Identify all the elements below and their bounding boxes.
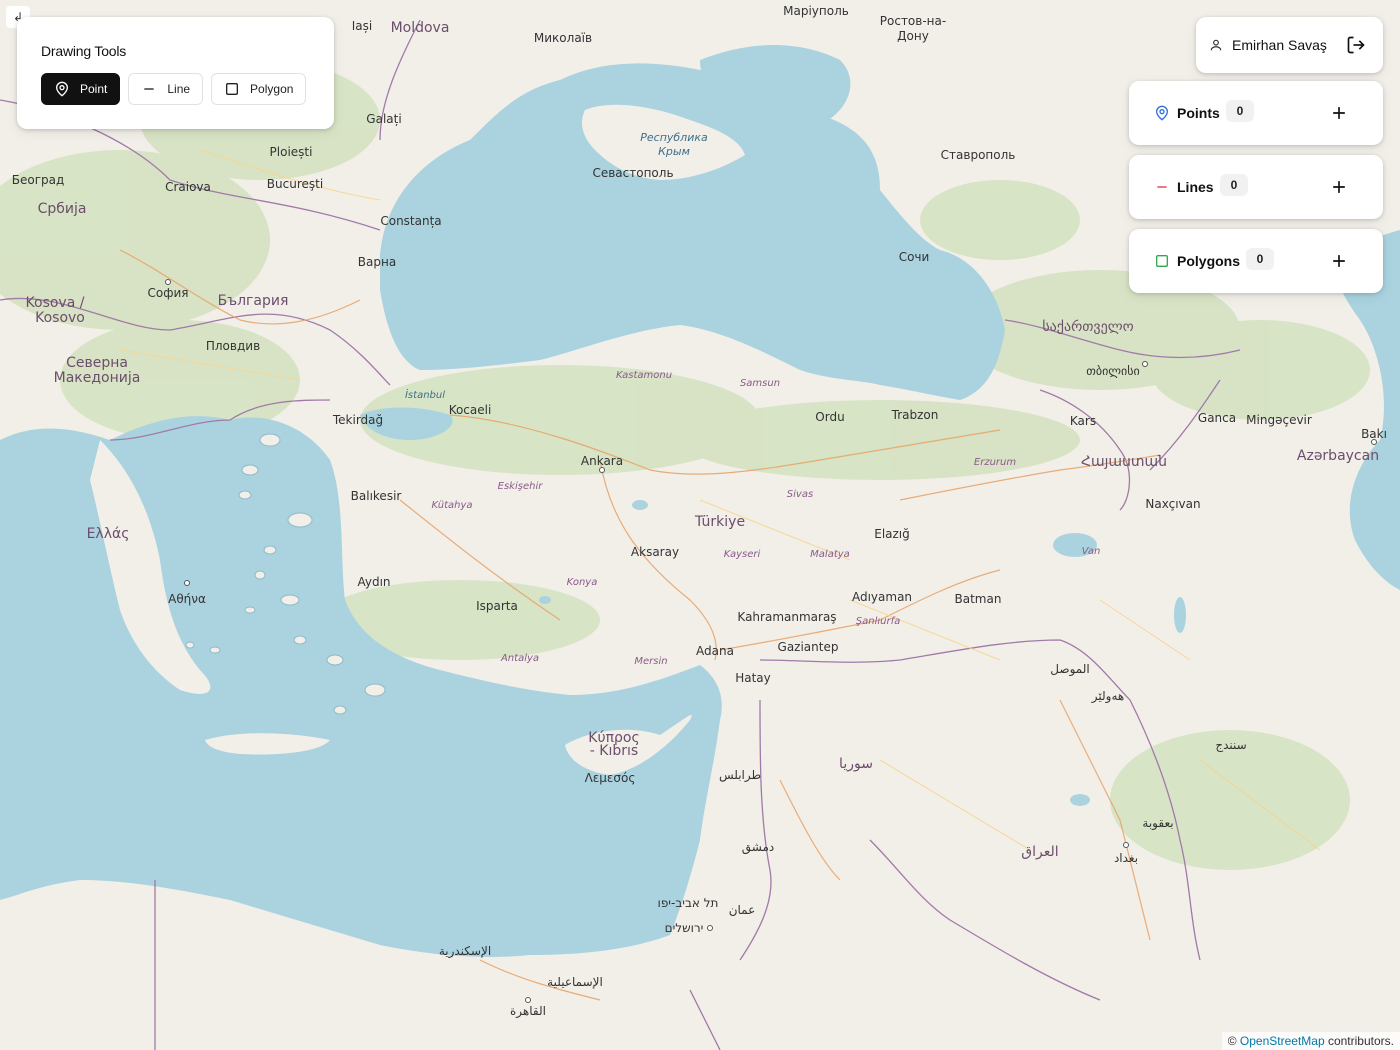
square-icon	[226, 83, 239, 95]
points-layer-label: Points	[1177, 105, 1220, 121]
polygons-layer-label: Polygons	[1177, 253, 1241, 269]
line-tool-button[interactable]: Line	[128, 73, 204, 105]
polygons-layer-card: Polygons 0	[1129, 229, 1383, 293]
drawing-tools-buttons: Point Line Polygon	[41, 73, 307, 105]
minus-icon	[144, 88, 155, 90]
square-icon	[1156, 255, 1168, 267]
user-icon	[1210, 39, 1222, 51]
logout-icon[interactable]	[1346, 35, 1366, 55]
lines-layer-card: Lines 0	[1129, 155, 1383, 219]
points-layer-card: Points 0	[1129, 81, 1383, 145]
minus-icon	[1157, 186, 1167, 188]
line-tool-label: Line	[167, 82, 191, 96]
add-point-icon[interactable]	[1329, 103, 1349, 123]
openstreetmap-link[interactable]: OpenStreetMap	[1240, 1034, 1325, 1048]
map-attribution: © OpenStreetMap contributors.	[1221, 1032, 1400, 1050]
user-name: Emirhan Savaş	[1232, 37, 1327, 53]
attribution-suffix: contributors.	[1324, 1034, 1394, 1048]
drawing-tools-title: Drawing Tools	[41, 43, 127, 59]
point-tool-button[interactable]: Point	[41, 73, 121, 105]
map-pin-icon	[1155, 105, 1169, 121]
point-tool-label: Point	[80, 82, 108, 96]
drawing-tools-panel: Drawing Tools Point Line Polygon	[17, 17, 334, 129]
polygon-tool-label: Polygon	[250, 82, 294, 96]
points-count-badge: 0	[1226, 100, 1254, 122]
polygon-tool-button[interactable]: Polygon	[211, 73, 307, 105]
lines-layer-label: Lines	[1177, 179, 1214, 195]
polygons-count-badge: 0	[1246, 248, 1274, 270]
lines-count-badge: 0	[1220, 174, 1248, 196]
user-card: Emirhan Savaş	[1196, 17, 1383, 73]
add-line-icon[interactable]	[1329, 177, 1349, 197]
attribution-prefix: ©	[1227, 1034, 1240, 1048]
map-pin-icon	[55, 81, 69, 97]
add-polygon-icon[interactable]	[1329, 251, 1349, 271]
